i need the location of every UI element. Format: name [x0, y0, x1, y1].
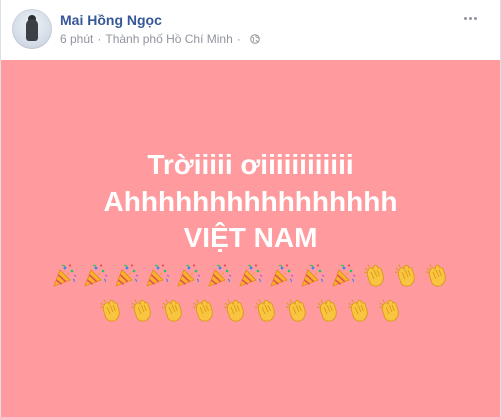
colored-background-post: Trờiiiii ơiiiiiiiiiiii Ahhhhhhhhhhhhhhhh… [1, 60, 500, 417]
clapping-hands-emoji [393, 262, 419, 288]
party-popper-emoji [269, 262, 295, 288]
party-popper-emoji [176, 262, 202, 288]
clapping-hands-emoji [98, 297, 124, 323]
meta-separator-2: · [236, 32, 241, 46]
clapping-hands-emoji [315, 297, 341, 323]
clapping-hands-emoji [284, 297, 310, 323]
party-popper-emoji [52, 262, 78, 288]
post-location[interactable]: Thành phố Hồ Chí Minh [105, 32, 232, 46]
clapping-hands-emoji [129, 297, 155, 323]
more-options-icon[interactable] [460, 10, 480, 26]
party-popper-emoji [300, 262, 326, 288]
party-popper-emoji [114, 262, 140, 288]
party-popper-emoji [207, 262, 233, 288]
clapping-hands-emoji [222, 297, 248, 323]
clapping-hands-emoji [346, 297, 372, 323]
post-text-line-2: Ahhhhhhhhhhhhhhhh [103, 186, 398, 217]
post-meta: 6 phút · Thành phố Hồ Chí Minh · [60, 32, 260, 46]
clapping-hands-emoji [253, 297, 279, 323]
post-header: Mai Hồng Ngọc 6 phút · Thành phố Hồ Chí … [1, 0, 500, 60]
post-time[interactable]: 6 phút [60, 32, 93, 46]
clapping-hands-emoji [191, 297, 217, 323]
facebook-post: Mai Hồng Ngọc 6 phút · Thành phố Hồ Chí … [0, 0, 501, 417]
clapping-hands-emoji [424, 262, 450, 288]
avatar-figure-body [26, 19, 38, 41]
clapping-hands-emoji [160, 297, 186, 323]
party-popper-emoji [238, 262, 264, 288]
emoji-row-2 [1, 297, 500, 323]
post-text-line-3: VIỆT NAM [183, 222, 318, 253]
party-popper-emoji [145, 262, 171, 288]
post-text-line-1: Trờiiiii ơiiiiiiiiiiii [147, 149, 354, 180]
globe-icon[interactable] [249, 34, 260, 44]
party-popper-emoji [83, 262, 109, 288]
emoji-row-1 [1, 262, 500, 288]
meta-separator: · [97, 32, 102, 46]
clapping-hands-emoji [362, 262, 388, 288]
party-popper-emoji [331, 262, 357, 288]
author-name[interactable]: Mai Hồng Ngọc [60, 12, 162, 28]
clapping-hands-emoji [377, 297, 403, 323]
author-avatar[interactable] [12, 9, 52, 49]
